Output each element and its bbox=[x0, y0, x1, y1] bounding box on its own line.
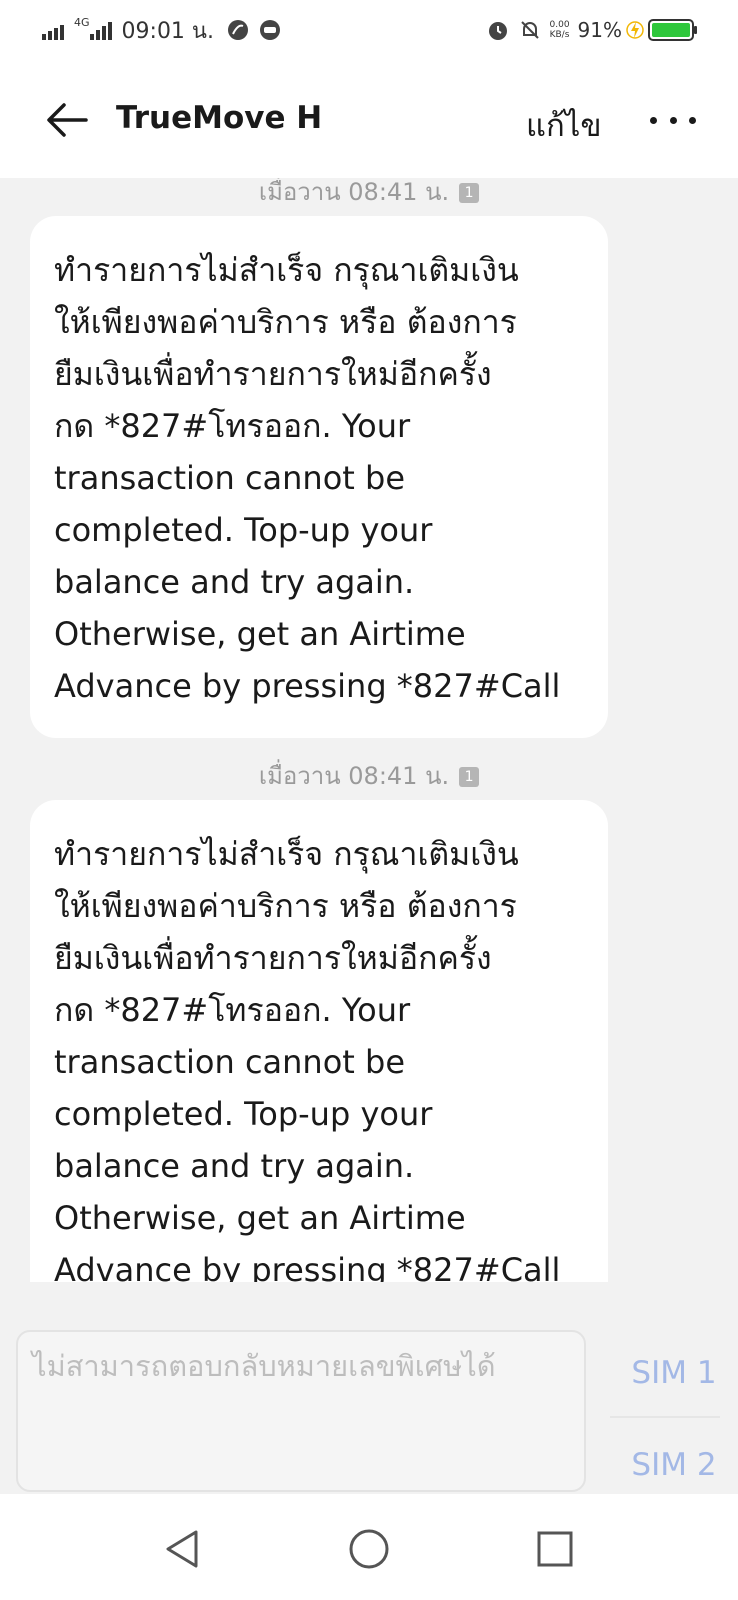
arrow-left-icon bbox=[47, 103, 88, 137]
conversation-title: TrueMove H bbox=[116, 100, 323, 136]
message-line: Otherwise, get an Airtime bbox=[54, 615, 466, 653]
dot-icon bbox=[689, 116, 696, 124]
message-line: balance and try again. bbox=[54, 563, 415, 601]
mute-icon bbox=[520, 21, 539, 39]
circle-home-icon bbox=[349, 1529, 389, 1569]
message-line: ให้เพียงพอค่าบริการ หรือ ต้องการ bbox=[54, 887, 517, 925]
sim-divider bbox=[610, 1416, 720, 1418]
status-bar: 4G 09:01 น. 0.00 KB/s 91% bbox=[0, 0, 738, 60]
timestamp-text: เมื่อวาน 08:41 น. bbox=[258, 178, 450, 206]
dot-icon bbox=[650, 116, 657, 124]
leaf-icon bbox=[227, 20, 248, 40]
message-line: balance and try again. bbox=[54, 1147, 415, 1185]
network-speed: 0.00 KB/s bbox=[550, 20, 570, 40]
message-list[interactable]: เมื่อวาน 08:41 น. 1 ทำรายการไม่สำเร็จ กรุ… bbox=[0, 178, 738, 1282]
back-button[interactable] bbox=[44, 96, 92, 144]
message-line: ยืมเงินเพื่อทำรายการใหม่อีกครั้ง bbox=[54, 355, 492, 393]
message-line: ทำรายการไม่สำเร็จ กรุณาเติมเงิน bbox=[54, 835, 519, 873]
message-line: ทำรายการไม่สำเร็จ กรุณาเติมเงิน bbox=[54, 251, 519, 289]
square-recents-icon bbox=[537, 1531, 573, 1567]
message-line: Advance by pressing *827#Call bbox=[54, 1251, 561, 1282]
message-line: Otherwise, get an Airtime bbox=[54, 1199, 466, 1237]
conversation-header: TrueMove H แก้ไข bbox=[0, 60, 738, 178]
nav-home-button[interactable] bbox=[344, 1524, 394, 1574]
message-input[interactable] bbox=[30, 1342, 574, 1486]
message-bubble[interactable]: ทำรายการไม่สำเร็จ กรุณาเติมเงิน ให้เพียง… bbox=[30, 216, 608, 738]
dot-icon bbox=[669, 116, 677, 124]
message-line: กด *827#โทรออก. Your bbox=[54, 991, 411, 1029]
alarm-icon bbox=[488, 22, 507, 40]
message-line: transaction cannot be bbox=[54, 1043, 405, 1081]
message-line: ให้เพียงพอค่าบริการ หรือ ต้องการ bbox=[54, 303, 517, 341]
battery-percent: 91% bbox=[577, 18, 622, 42]
message-timestamp: เมื่อวาน 08:41 น. 1 bbox=[0, 178, 738, 211]
status-left: 4G 09:01 น. bbox=[42, 14, 282, 46]
sim-indicator: 1 bbox=[459, 183, 480, 203]
timestamp-text: เมื่อวาน 08:41 น. bbox=[258, 762, 450, 790]
message-input-box bbox=[16, 1330, 586, 1492]
charging-icon bbox=[626, 21, 644, 39]
send-sim1-button[interactable]: SIM 1 bbox=[610, 1328, 738, 1418]
speed-value: 0.00 bbox=[549, 20, 570, 30]
nav-back-button[interactable] bbox=[158, 1524, 208, 1574]
status-time: 09:01 น. bbox=[121, 18, 214, 44]
triangle-back-icon bbox=[166, 1530, 198, 1568]
message-timestamp: เมื่อวาน 08:41 น. 1 bbox=[0, 756, 738, 795]
more-options-button[interactable] bbox=[650, 100, 696, 140]
message-line: กด *827#โทรออก. Your bbox=[54, 407, 411, 445]
message-line: completed. Top-up your bbox=[54, 511, 433, 549]
message-line: transaction cannot be bbox=[54, 459, 405, 497]
edit-button[interactable]: แก้ไข bbox=[526, 100, 602, 150]
status-right: 0.00 KB/s 91% bbox=[486, 14, 699, 46]
sim-indicator: 1 bbox=[459, 767, 480, 787]
line-app-icon bbox=[259, 20, 280, 40]
signal-icon-2 bbox=[89, 22, 112, 40]
speed-unit: KB/s bbox=[549, 30, 570, 40]
network-type: 4G bbox=[74, 15, 90, 29]
message-bubble[interactable]: ทำรายการไม่สำเร็จ กรุณาเติมเงิน ให้เพียง… bbox=[30, 800, 608, 1282]
nav-recents-button[interactable] bbox=[530, 1524, 580, 1574]
composer: SIM 1 SIM 2 bbox=[0, 1314, 738, 1494]
message-line: Advance by pressing *827#Call bbox=[54, 667, 561, 705]
message-line: completed. Top-up your bbox=[54, 1095, 433, 1133]
signal-icon bbox=[42, 25, 64, 40]
message-line: ยืมเงินเพื่อทำรายการใหม่อีกครั้ง bbox=[54, 939, 492, 977]
navigation-bar bbox=[0, 1494, 738, 1600]
battery-icon bbox=[648, 19, 697, 41]
